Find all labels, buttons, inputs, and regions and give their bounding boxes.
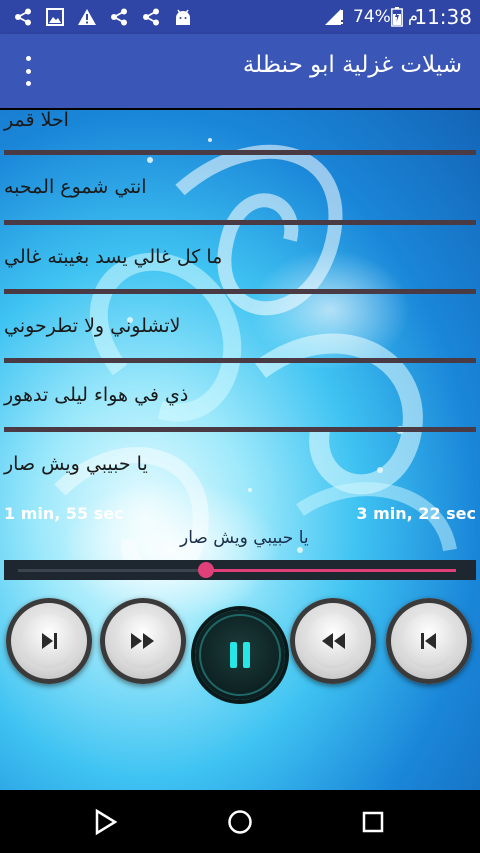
app-bar: شيلات غزلية ابو حنظلة (0, 34, 480, 108)
song-title: ذي في هواء ليلى تدهور (4, 384, 189, 406)
battery-icon (390, 6, 404, 28)
song-title: احلا قمر (4, 110, 69, 131)
pause-button[interactable] (195, 610, 285, 700)
seek-progress (206, 569, 456, 572)
overflow-menu-icon[interactable] (18, 56, 38, 86)
content-area: احلا قمر انتي شموع المحبه ما كل غالي يسد… (0, 110, 480, 790)
seek-bar[interactable] (4, 560, 476, 580)
song-title: يا حبيبي ويش صار (4, 453, 148, 475)
now-playing-title: يا حبيبي ويش صار (180, 528, 309, 548)
song-item[interactable]: لاتشلوني ولا تطرحوني (4, 294, 476, 358)
song-title: ما كل غالي يسد بغيبته غالي (4, 246, 223, 268)
app-title: شيلات غزلية ابو حنظلة (242, 52, 462, 78)
skip-previous-button[interactable] (386, 598, 472, 684)
back-triangle-icon[interactable] (88, 804, 124, 840)
song-item[interactable]: ذي في هواء ليلى تدهور (4, 363, 476, 427)
share-icon (108, 6, 130, 28)
seek-thumb[interactable] (198, 562, 215, 578)
pause-icon (230, 642, 250, 668)
song-item[interactable]: يا حبيبي ويش صار (4, 432, 476, 496)
image-icon (44, 6, 66, 28)
status-bar: 74% م 11:38 (0, 0, 480, 34)
total-time: 3 min, 22 sec (356, 504, 476, 523)
song-title: انتي شموع المحبه (4, 176, 147, 198)
alert-icon (336, 6, 348, 28)
skip-previous-icon (421, 633, 436, 649)
playback-controls (0, 580, 480, 700)
fast-forward-button[interactable] (100, 598, 186, 684)
rewind-icon (322, 633, 345, 649)
share-icon (12, 6, 34, 28)
rewind-button[interactable] (290, 598, 376, 684)
system-nav-bar (0, 790, 480, 853)
recents-square-icon[interactable] (355, 804, 391, 840)
elapsed-time: 1 min, 55 sec (4, 504, 124, 523)
android-icon (172, 6, 194, 28)
skip-next-icon (42, 633, 57, 649)
song-item[interactable]: انتي شموع المحبه (4, 155, 476, 219)
song-item[interactable]: ما كل غالي يسد بغيبته غالي (4, 225, 476, 289)
share-icon (140, 6, 162, 28)
song-title: لاتشلوني ولا تطرحوني (4, 315, 181, 337)
battery-percent: 74% (353, 7, 391, 27)
song-item[interactable]: احلا قمر (4, 110, 476, 152)
home-circle-icon[interactable] (222, 804, 258, 840)
fast-forward-icon (131, 633, 154, 649)
clock: 11:38 (414, 5, 472, 29)
skip-next-button[interactable] (6, 598, 92, 684)
warning-icon (76, 6, 98, 28)
